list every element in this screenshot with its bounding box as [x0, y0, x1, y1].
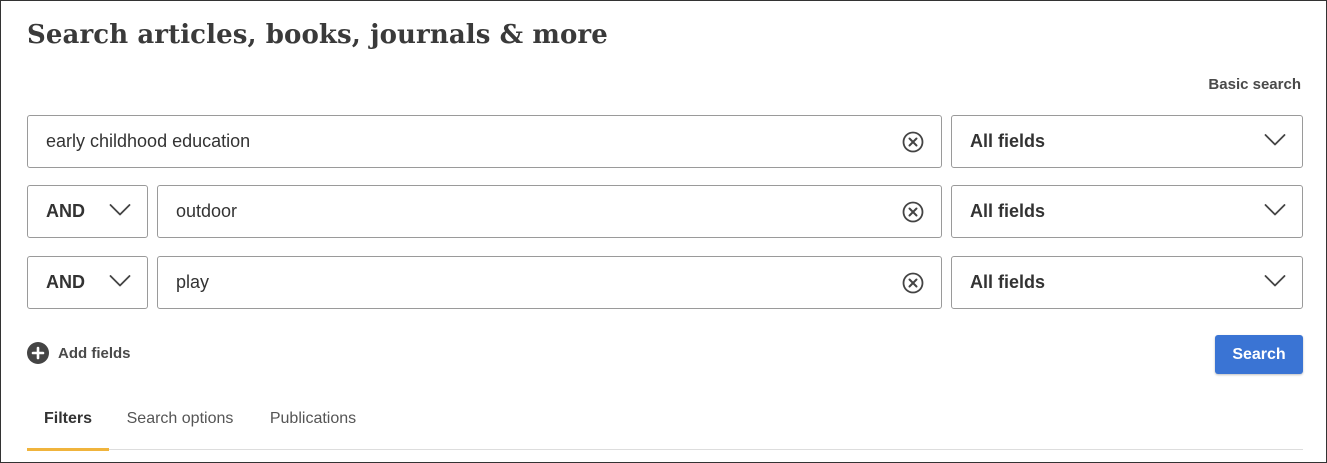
tab-search-options[interactable]: Search options [120, 397, 240, 450]
clear-icon[interactable] [902, 272, 924, 294]
field-select-2[interactable]: All fields [951, 185, 1303, 238]
operator-select-2[interactable]: AND [27, 185, 148, 238]
add-fields-label: Add fields [58, 344, 131, 362]
field-select-3[interactable]: All fields [951, 256, 1303, 309]
advanced-search-panel: Search articles, books, journals & more … [0, 0, 1327, 463]
search-tabs: Filters Search options Publications [27, 397, 1303, 451]
chevron-down-icon [1264, 275, 1286, 287]
field-select-1[interactable]: All fields [951, 115, 1303, 168]
chevron-down-icon [109, 275, 131, 287]
tab-label: Publications [269, 410, 357, 427]
field-select-label: All fields [970, 131, 1046, 151]
field-select-label: All fields [970, 272, 1046, 292]
clear-icon[interactable] [902, 131, 924, 153]
plus-circle-icon [27, 342, 49, 364]
chevron-down-icon [1264, 134, 1286, 146]
query-input-2[interactable] [158, 186, 881, 237]
basic-search-link[interactable]: Basic search [1208, 75, 1301, 95]
query-input-1[interactable] [28, 116, 881, 167]
clear-icon[interactable] [902, 201, 924, 223]
chevron-down-icon [109, 204, 131, 216]
add-fields-button[interactable]: Add fields [27, 341, 131, 365]
query-field-2 [157, 185, 942, 238]
chevron-down-icon [1264, 204, 1286, 216]
active-tab-indicator [27, 448, 109, 451]
query-input-3[interactable] [158, 257, 881, 308]
query-field-3 [157, 256, 942, 309]
tab-filters[interactable]: Filters [27, 397, 109, 451]
query-field-1 [27, 115, 942, 168]
operator-label: AND [46, 201, 85, 221]
page-title: Search articles, books, journals & more [27, 20, 608, 50]
tab-label: Filters [43, 410, 92, 427]
tab-publications[interactable]: Publications [262, 397, 364, 450]
field-select-label: All fields [970, 201, 1046, 221]
search-button[interactable]: Search [1215, 335, 1303, 374]
tab-label: Search options [126, 410, 234, 427]
operator-label: AND [46, 272, 85, 292]
operator-select-3[interactable]: AND [27, 256, 148, 309]
